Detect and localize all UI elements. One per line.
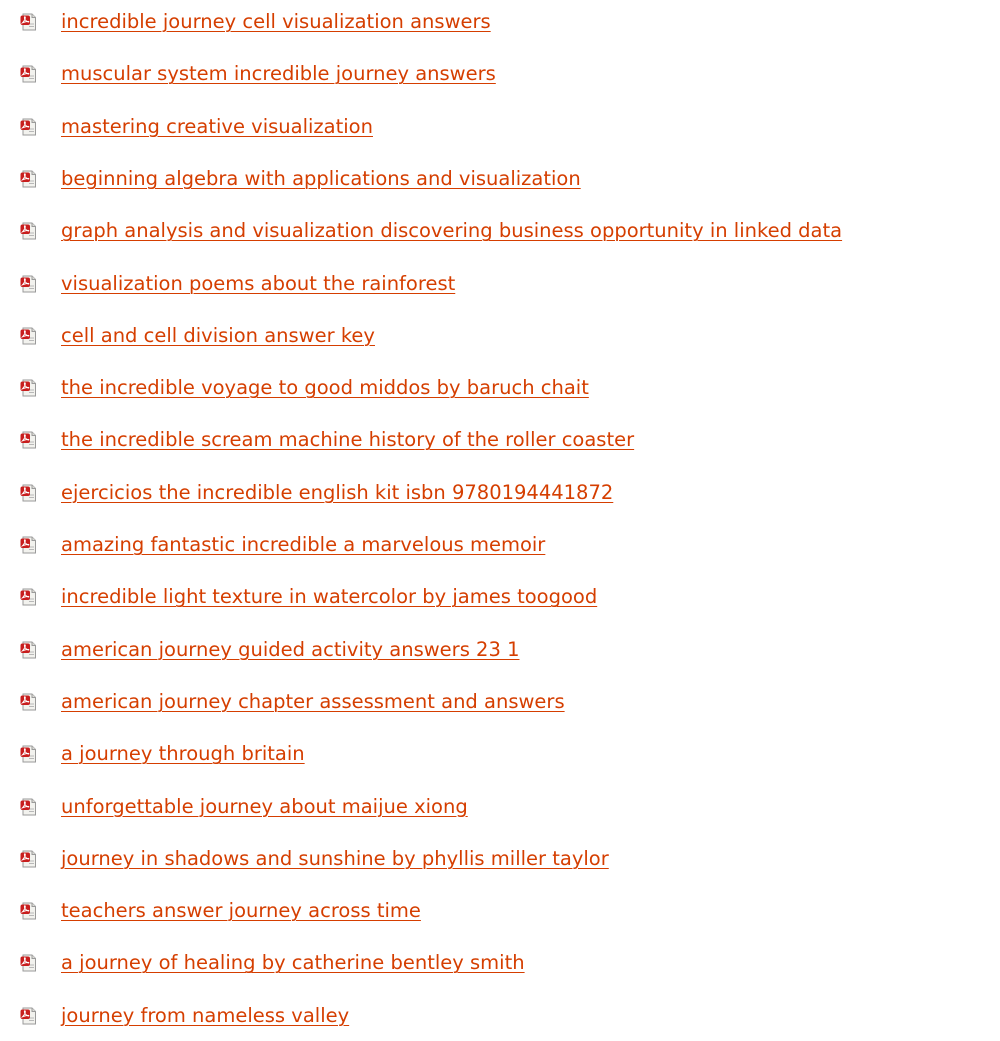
- pdf-file-icon: [20, 902, 38, 920]
- document-link[interactable]: visualization poems about the rainforest: [61, 269, 455, 299]
- list-item: incredible journey cell visualization an…: [0, 7, 1000, 47]
- list-item: teachers answer journey across time: [0, 896, 1000, 936]
- document-link[interactable]: graph analysis and visualization discove…: [61, 216, 842, 246]
- pdf-file-icon: [20, 693, 38, 711]
- document-link[interactable]: beginning algebra with applications and …: [61, 164, 581, 194]
- pdf-file-icon: [20, 588, 38, 606]
- pdf-file-icon: [20, 745, 38, 763]
- list-item: a journey of healing by catherine bentle…: [0, 948, 1000, 988]
- list-item: a journey through britain: [0, 739, 1000, 779]
- list-item: graph analysis and visualization discove…: [0, 216, 1000, 256]
- document-link[interactable]: the incredible voyage to good middos by …: [61, 373, 589, 403]
- document-link[interactable]: american journey guided activity answers…: [61, 635, 519, 665]
- document-link[interactable]: unforgettable journey about maijue xiong: [61, 792, 468, 822]
- list-item: journey from nameless valley: [0, 1001, 1000, 1041]
- document-link[interactable]: amazing fantastic incredible a marvelous…: [61, 530, 545, 560]
- document-link[interactable]: mastering creative visualization: [61, 112, 373, 142]
- list-item: american journey chapter assessment and …: [0, 687, 1000, 727]
- document-link[interactable]: incredible journey cell visualization an…: [61, 7, 491, 37]
- pdf-file-icon: [20, 798, 38, 816]
- pdf-file-icon: [20, 1007, 38, 1025]
- pdf-file-icon: [20, 484, 38, 502]
- pdf-file-icon: [20, 850, 38, 868]
- document-link[interactable]: teachers answer journey across time: [61, 896, 421, 926]
- pdf-file-icon: [20, 222, 38, 240]
- pdf-file-icon: [20, 118, 38, 136]
- list-item: cell and cell division answer key: [0, 321, 1000, 361]
- pdf-file-icon: [20, 536, 38, 554]
- pdf-file-icon: [20, 954, 38, 972]
- document-link[interactable]: cell and cell division answer key: [61, 321, 375, 351]
- pdf-file-icon: [20, 641, 38, 659]
- list-item: muscular system incredible journey answe…: [0, 59, 1000, 99]
- list-item: visualization poems about the rainforest: [0, 269, 1000, 309]
- list-item: the incredible scream machine history of…: [0, 425, 1000, 465]
- list-item: american journey guided activity answers…: [0, 635, 1000, 675]
- document-link[interactable]: a journey of healing by catherine bentle…: [61, 948, 525, 978]
- document-link[interactable]: american journey chapter assessment and …: [61, 687, 565, 717]
- document-link[interactable]: incredible light texture in watercolor b…: [61, 582, 597, 612]
- document-link[interactable]: the incredible scream machine history of…: [61, 425, 634, 455]
- list-item: mastering creative visualization: [0, 112, 1000, 152]
- pdf-file-icon: [20, 431, 38, 449]
- document-link[interactable]: ejercicios the incredible english kit is…: [61, 478, 613, 508]
- document-link[interactable]: journey in shadows and sunshine by phyll…: [61, 844, 609, 874]
- pdf-file-icon: [20, 327, 38, 345]
- pdf-file-icon: [20, 275, 38, 293]
- list-item: beginning algebra with applications and …: [0, 164, 1000, 204]
- list-item: the incredible voyage to good middos by …: [0, 373, 1000, 413]
- list-item: incredible light texture in watercolor b…: [0, 582, 1000, 622]
- document-link[interactable]: journey from nameless valley: [61, 1001, 349, 1031]
- pdf-file-icon: [20, 65, 38, 83]
- pdf-file-icon: [20, 379, 38, 397]
- list-item: amazing fantastic incredible a marvelous…: [0, 530, 1000, 570]
- list-item: ejercicios the incredible english kit is…: [0, 478, 1000, 518]
- list-item: unforgettable journey about maijue xiong: [0, 792, 1000, 832]
- pdf-file-icon: [20, 170, 38, 188]
- list-item: journey in shadows and sunshine by phyll…: [0, 844, 1000, 884]
- pdf-file-icon: [20, 13, 38, 31]
- document-link[interactable]: a journey through britain: [61, 739, 305, 769]
- document-link[interactable]: muscular system incredible journey answe…: [61, 59, 496, 89]
